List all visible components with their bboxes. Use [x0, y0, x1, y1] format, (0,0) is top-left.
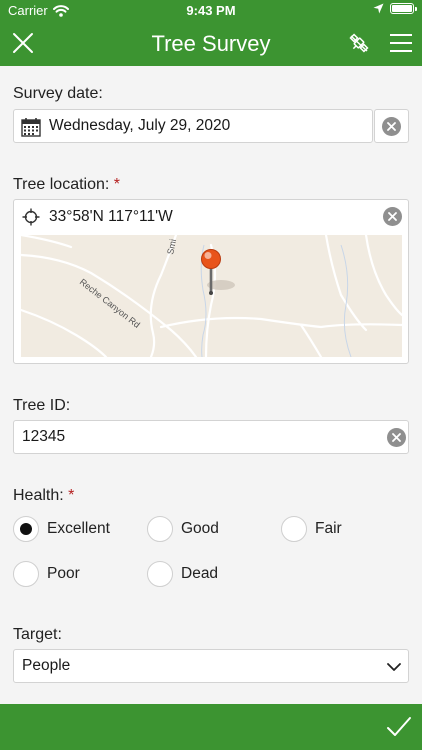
checkmark-icon — [387, 717, 411, 736]
gps-button[interactable] — [344, 28, 374, 58]
location-map[interactable]: Reche Canyon Rd Smi — [21, 235, 402, 357]
location-arrow-icon — [373, 3, 384, 14]
tree-location-label-text: Tree location: — [13, 176, 110, 193]
status-right — [373, 3, 417, 14]
radio-unselected — [147, 516, 173, 542]
health-option-label: Excellent — [47, 520, 110, 537]
menu-icon — [390, 34, 412, 52]
health-label-text: Health: — [13, 487, 64, 504]
target-value: People — [22, 657, 71, 674]
location-clear-button[interactable] — [383, 207, 402, 226]
health-option-label: Dead — [181, 565, 219, 582]
radio-unselected — [13, 561, 39, 587]
tree-location-value: 33°58'N 117°11'W — [49, 208, 173, 225]
health-option-excellent[interactable]: Excellent — [13, 516, 110, 542]
crosshair-icon — [22, 208, 40, 226]
health-label: Health: * — [13, 487, 74, 505]
status-bar: Carrier 9:43 PM — [0, 0, 422, 20]
health-option-poor[interactable]: Poor — [13, 561, 80, 587]
menu-button[interactable] — [386, 28, 416, 58]
calendar-icon — [21, 118, 41, 137]
tree-location-field[interactable]: 33°58'N 117°11'W Reche Canyon Rd Smi — [13, 199, 409, 364]
nav-bar: Tree Survey — [0, 20, 422, 66]
tree-id-clear-button[interactable] — [387, 428, 406, 447]
required-mark: * — [113, 176, 121, 193]
health-option-label: Good — [181, 520, 219, 537]
required-mark: * — [68, 487, 75, 504]
health-option-fair[interactable]: Fair — [281, 516, 342, 542]
map-pin-icon — [201, 249, 221, 269]
tree-location-label: Tree location: * — [13, 176, 120, 194]
survey-date-field[interactable]: Wednesday, July 29, 2020 — [13, 109, 373, 143]
clear-icon — [388, 212, 397, 221]
tree-id-input[interactable]: 12345 — [13, 420, 409, 454]
bottom-bar — [0, 704, 422, 750]
radio-unselected — [281, 516, 307, 542]
clear-icon — [392, 433, 401, 442]
tree-id-label: Tree ID: — [13, 397, 71, 414]
chevron-down-icon — [387, 663, 401, 671]
target-select[interactable]: People — [13, 649, 409, 683]
submit-button[interactable] — [384, 713, 414, 741]
health-option-dead[interactable]: Dead — [147, 561, 218, 587]
radio-unselected — [147, 561, 173, 587]
health-option-good[interactable]: Good — [147, 516, 219, 542]
status-time: 9:43 PM — [186, 3, 236, 18]
target-label: Target: — [13, 626, 62, 643]
tree-id-value: 12345 — [22, 428, 66, 445]
clear-icon — [382, 117, 401, 136]
survey-date-label: Survey date: — [13, 85, 103, 102]
health-option-label: Poor — [47, 565, 80, 582]
survey-date-value: Wednesday, July 29, 2020 — [49, 117, 231, 134]
health-option-label: Fair — [315, 520, 342, 537]
battery-icon — [390, 3, 417, 14]
radio-selected — [13, 516, 39, 542]
gps-off-icon — [349, 33, 369, 53]
survey-date-clear-button[interactable] — [374, 109, 409, 143]
